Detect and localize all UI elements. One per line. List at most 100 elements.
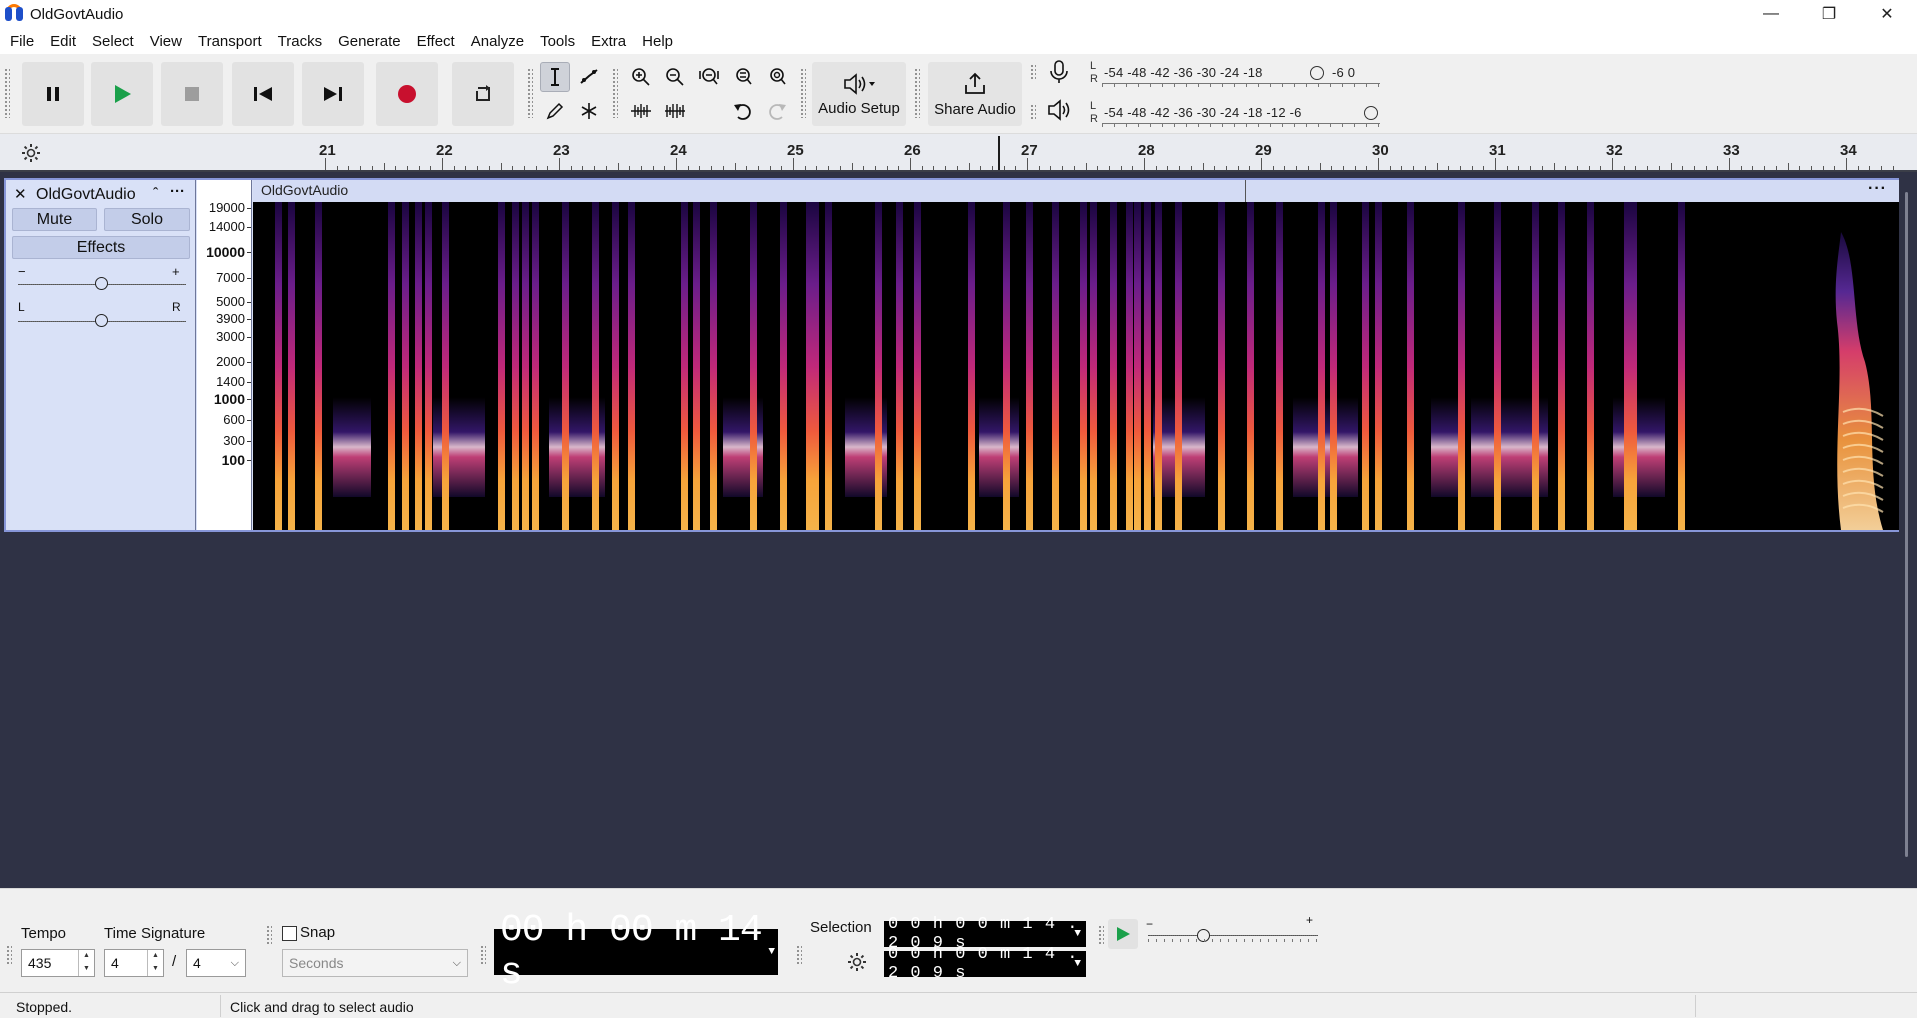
playback-volume-knob[interactable] <box>1364 106 1378 120</box>
ruler-tick <box>1073 166 1075 170</box>
record-level-meter[interactable]: LR -54 -48 -42 -36 -30 -24 -18 -6 0 <box>1088 58 1380 88</box>
mute-button[interactable]: Mute <box>12 208 97 231</box>
skip-to-start-button[interactable] <box>232 62 294 126</box>
toolbar-grip[interactable] <box>1098 925 1104 945</box>
toolbar-grip[interactable] <box>612 68 618 118</box>
timeline-settings-icon[interactable] <box>20 142 42 164</box>
selection-tool-button[interactable] <box>540 62 570 92</box>
toolbar-grip[interactable] <box>527 68 533 118</box>
share-audio-button[interactable]: Share Audio <box>928 62 1022 126</box>
gain-slider-knob[interactable] <box>95 277 108 290</box>
spectrogram-view[interactable] <box>253 202 1899 530</box>
time-signature-denominator[interactable]: 4 ⌵ <box>186 949 246 977</box>
record-meter-button[interactable] <box>1046 58 1072 90</box>
redo-button[interactable] <box>762 96 792 126</box>
toolbar-grip[interactable] <box>914 68 920 118</box>
ruler-tick <box>1623 166 1625 170</box>
audio-setup-button[interactable]: Audio Setup <box>812 62 906 126</box>
record-volume-knob[interactable] <box>1310 66 1324 80</box>
playback-level-meter[interactable]: LR -54 -48 -42 -36 -30 -24 -18 -12 -6 <box>1088 98 1380 128</box>
selection-end-time[interactable]: 0 0 h 0 0 m 1 4 . 2 0 9 s ▼ <box>884 945 1086 983</box>
menu-item-transport[interactable]: Transport <box>190 33 270 50</box>
snap-checkbox[interactable] <box>282 926 297 941</box>
toolbar-grip[interactable] <box>4 68 10 118</box>
menu-item-tools[interactable]: Tools <box>532 33 583 50</box>
record-button[interactable] <box>376 62 438 126</box>
silence-audio-button[interactable] <box>660 96 690 126</box>
track-name[interactable]: OldGovtAudio <box>36 186 136 204</box>
selection-start-time[interactable]: 0 0 h 0 0 m 1 4 . 2 0 9 s ▼ <box>884 915 1086 953</box>
menu-item-generate[interactable]: Generate <box>330 33 409 50</box>
skip-to-end-button[interactable] <box>302 62 364 126</box>
timeline-ruler[interactable]: 21 22 23 24 25 26 27 28 29 30 31 32 33 34 <box>0 134 1917 172</box>
toolbar-grip[interactable] <box>1030 64 1036 80</box>
multi-tool-button[interactable] <box>574 96 604 126</box>
menu-item-tracks[interactable]: Tracks <box>270 33 330 50</box>
clip-menu-button[interactable]: ··· <box>1868 180 1887 198</box>
menu-item-select[interactable]: Select <box>84 33 142 50</box>
frequency-scale[interactable]: 19000 14000 10000 7000 5000 3900 3000 2000 1400 1… <box>197 180 252 530</box>
toolbar-grip[interactable] <box>6 945 12 965</box>
minimize-button[interactable]: — <box>1742 0 1800 28</box>
solo-button[interactable]: Solo <box>104 208 190 231</box>
envelope-tool-button[interactable] <box>574 62 604 92</box>
toolbar-grip[interactable] <box>800 68 806 118</box>
playback-meter-button[interactable] <box>1046 96 1072 128</box>
spin-arrows[interactable]: ▲ ▼ <box>147 950 163 976</box>
track-control-panel[interactable]: ✕ OldGovtAudio ˆ ··· Mute Solo Effects −… <box>6 180 196 530</box>
effects-button[interactable]: Effects <box>12 236 190 259</box>
track-menu-button[interactable]: ··· <box>170 183 185 200</box>
menu-item-effect[interactable]: Effect <box>409 33 463 50</box>
toolbar-grip[interactable] <box>266 925 272 945</box>
play-at-speed-button[interactable] <box>1108 919 1138 949</box>
ruler-tick <box>1062 166 1064 170</box>
maximize-button[interactable]: ❐ <box>1800 0 1858 28</box>
fit-project-button[interactable] <box>728 62 758 92</box>
zoom-out-button[interactable] <box>660 62 690 92</box>
trim-outside-button[interactable] <box>626 96 656 126</box>
undo-button[interactable] <box>728 96 758 126</box>
microphone-icon <box>1050 60 1068 83</box>
clip-name[interactable]: OldGovtAudio <box>261 182 348 198</box>
menu-item-extra[interactable]: Extra <box>583 33 634 50</box>
snap-unit-select[interactable]: Seconds ⌵ <box>282 949 468 977</box>
time-signature-numerator[interactable]: 4 ▲ ▼ <box>104 949 164 977</box>
status-bar: Stopped. Click and drag to select audio <box>0 992 1917 1018</box>
audio-track[interactable]: ✕ OldGovtAudio ˆ ··· Mute Solo Effects −… <box>4 178 1899 532</box>
spin-arrows[interactable]: ▲ ▼ <box>78 950 94 976</box>
window-title: OldGovtAudio <box>30 5 124 23</box>
playhead[interactable] <box>998 136 1000 170</box>
tone-burst <box>1134 202 1141 530</box>
selection-settings-icon[interactable] <box>846 951 868 973</box>
draw-tool-button[interactable] <box>540 96 570 126</box>
menu-item-help[interactable]: Help <box>634 33 681 50</box>
time-display[interactable]: 00 h 00 m 14 s ▼ <box>494 909 778 995</box>
zoom-toggle-button[interactable] <box>762 62 792 92</box>
ruler-tick <box>1097 166 1099 170</box>
vertical-scrollbar[interactable] <box>1905 192 1908 857</box>
ruler-tick <box>488 166 490 170</box>
tone-burst <box>1175 202 1182 530</box>
pause-button[interactable] <box>22 62 84 126</box>
tempo-spinbox[interactable]: 435 ▲ ▼ <box>21 949 95 977</box>
toolbar-grip[interactable] <box>1030 104 1036 120</box>
ruler-tick <box>793 158 794 170</box>
collapse-track-icon[interactable]: ˆ <box>153 187 158 203</box>
loop-button[interactable] <box>452 62 514 126</box>
stop-button[interactable] <box>161 62 223 126</box>
play-speed-slider-track[interactable] <box>1148 935 1318 936</box>
menu-item-analyze[interactable]: Analyze <box>463 33 532 50</box>
toolbar-grip[interactable] <box>480 945 486 965</box>
pan-slider-knob[interactable] <box>95 314 108 327</box>
track-area[interactable]: ✕ OldGovtAudio ˆ ··· Mute Solo Effects −… <box>0 172 1917 902</box>
close-window-button[interactable]: ✕ <box>1858 0 1916 28</box>
menu-item-file[interactable]: File <box>2 33 42 50</box>
play-button[interactable] <box>91 62 153 126</box>
menu-item-view[interactable]: View <box>142 33 190 50</box>
toolbar-grip[interactable] <box>796 945 802 965</box>
zoom-in-button[interactable] <box>626 62 656 92</box>
menu-item-edit[interactable]: Edit <box>42 33 84 50</box>
fit-selection-button[interactable] <box>694 62 724 92</box>
close-track-button[interactable]: ✕ <box>14 185 27 203</box>
clip-header[interactable]: OldGovtAudio ··· <box>253 180 1899 202</box>
